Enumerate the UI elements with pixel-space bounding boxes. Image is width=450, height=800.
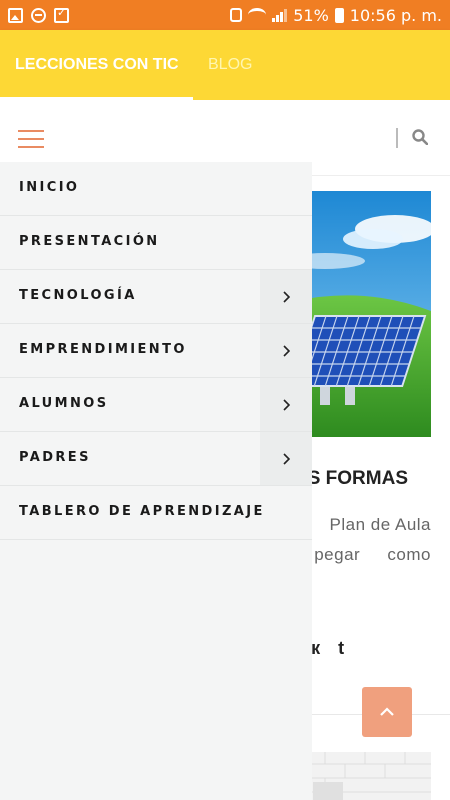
menu-item-tecnologia[interactable]: TECNOLOGÍA	[0, 270, 312, 324]
status-bar: 51% 10:56 p. m.	[0, 0, 450, 30]
wifi-icon	[248, 8, 267, 22]
submenu-toggle[interactable]	[260, 432, 312, 485]
menu-item-emprendimiento[interactable]: EMPRENDIMIENTO	[0, 324, 312, 378]
menu-item-presentacion[interactable]: PRESENTACIÓN	[0, 216, 312, 270]
menu-item-alumnos[interactable]: ALUMNOS	[0, 378, 312, 432]
submenu-toggle[interactable]	[260, 378, 312, 431]
menu-item-label: INICIO	[19, 180, 80, 195]
search-icon[interactable]	[412, 129, 428, 145]
tab-lecciones-con-tic[interactable]: LECCIONES CON TIC	[15, 56, 179, 74]
clock: 10:56 p. m.	[349, 5, 442, 25]
menu-item-label: ALUMNOS	[19, 396, 109, 411]
menu-item-label: TABLERO DE APRENDIZAJE	[19, 504, 265, 519]
navigation-drawer: INICIO PRESENTACIÓN TECNOLOGÍA EMPRENDIM…	[0, 162, 312, 800]
menu-item-padres[interactable]: PADRES	[0, 432, 312, 486]
signal-icon	[272, 8, 288, 22]
tumblr-icon[interactable]: t	[338, 638, 344, 659]
chevron-up-icon	[380, 707, 394, 716]
header-divider	[396, 128, 398, 148]
menu-item-label: PADRES	[19, 450, 91, 465]
tab-blog[interactable]: BLOG	[208, 56, 252, 74]
task-notification-icon	[54, 6, 69, 23]
menu-item-tablero-de-aprendizaje[interactable]: TABLERO DE APRENDIZAJE	[0, 486, 312, 540]
hamburger-menu-icon[interactable]	[18, 130, 44, 148]
back-to-top-button[interactable]	[362, 687, 412, 737]
submenu-toggle[interactable]	[260, 270, 312, 323]
chevron-right-icon	[283, 398, 290, 411]
chevron-right-icon	[283, 452, 290, 465]
top-navigation: LECCIONES CON TIC BLOG	[0, 30, 450, 100]
battery-icon	[334, 7, 344, 23]
battery-percent: 51%	[293, 5, 329, 25]
menu-item-label: EMPRENDIMIENTO	[19, 342, 187, 357]
gallery-notification-icon	[8, 7, 23, 23]
menu-item-inicio[interactable]: INICIO	[0, 162, 312, 216]
chevron-right-icon	[283, 344, 290, 357]
menu-item-label: PRESENTACIÓN	[19, 234, 160, 249]
submenu-toggle[interactable]	[260, 324, 312, 377]
article-featured-image[interactable]	[295, 191, 431, 437]
menu-item-label: TECNOLOGÍA	[19, 288, 137, 303]
article-thumbnail[interactable]	[305, 752, 431, 800]
alarm-icon	[230, 8, 243, 22]
do-not-disturb-icon	[31, 7, 46, 23]
chevron-right-icon	[283, 290, 290, 303]
